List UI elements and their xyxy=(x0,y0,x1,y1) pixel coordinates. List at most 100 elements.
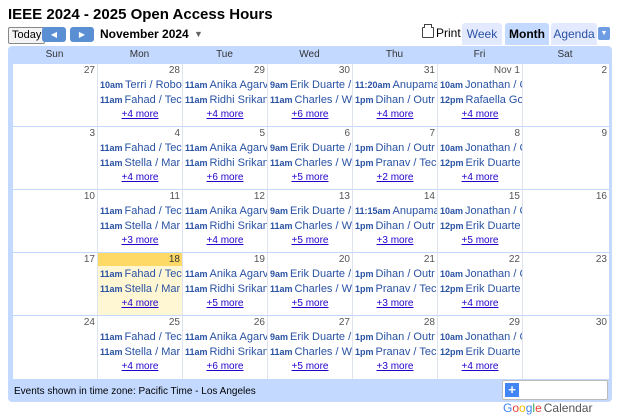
day-cell[interactable]: 13 9am Erik Duarte /11am Charles / W +5 more xyxy=(268,190,353,253)
day-cell[interactable]: 21 1pm Dihan / Outr 1pm Pranav / Tec +3 more xyxy=(353,253,438,316)
google-calendar-badge[interactable]: + Google Calendar xyxy=(502,380,608,415)
more-events-link[interactable]: +3 more xyxy=(98,235,182,247)
more-events-link[interactable]: +4 more xyxy=(438,172,522,184)
calendar-event[interactable]: 11am Fahad / Tec xyxy=(100,267,182,281)
calendar-event[interactable]: 9am Erik Duarte / xyxy=(270,267,352,281)
calendar-event[interactable]: 9am Erik Duarte / xyxy=(270,78,352,92)
day-cell[interactable]: 30 xyxy=(523,316,609,379)
day-cell[interactable]: 4 11am Fahad / Tec 11am Stella / Mar +4 more xyxy=(98,127,183,190)
day-cell[interactable]: 2 xyxy=(523,64,609,127)
prev-month-button[interactable]: ◀ xyxy=(42,27,66,42)
day-cell[interactable]: 18 11am Fahad / Tec 11am Stella / Mar +4 more xyxy=(98,253,183,316)
calendar-event[interactable]: 1pm Dihan / Outr xyxy=(355,219,437,233)
day-cell[interactable]: 16 xyxy=(523,190,609,253)
day-cell[interactable]: 11 11am Fahad / Tec 11am Stella / Mar +3 more xyxy=(98,190,183,253)
day-cell[interactable]: 17 xyxy=(13,253,98,316)
calendar-event[interactable]: 9am Erik Duarte / xyxy=(270,141,352,155)
day-cell[interactable]: 8 10am Jonathan / C 12pm Erik Duarte +4 more xyxy=(438,127,523,190)
more-events-link[interactable]: +4 more xyxy=(438,361,522,373)
more-events-link[interactable]: +4 more xyxy=(98,361,182,373)
calendar-event[interactable]: 12pm Erik Duarte xyxy=(440,156,522,170)
more-events-link[interactable]: +4 more xyxy=(98,172,182,184)
calendar-event[interactable]: 11am Anika Agarv xyxy=(185,78,267,92)
calendar-event[interactable]: 10am Terri / Robo xyxy=(100,78,182,92)
day-cell[interactable]: 25 11am Fahad / Tec 11am Stella / Mar +4 more xyxy=(98,316,183,379)
more-events-link[interactable]: +3 more xyxy=(353,361,437,373)
day-cell[interactable]: 14 11:15am Anupama 1pm Dihan / Outr +3 more xyxy=(353,190,438,253)
calendar-event[interactable]: 11am Stella / Mar xyxy=(100,219,182,233)
day-cell[interactable]: 7 1pm Dihan / Outr 1pm Pranav / Tec +2 more xyxy=(353,127,438,190)
calendar-event[interactable]: 11:20am Anupama xyxy=(355,78,437,92)
more-events-link[interactable]: +4 more xyxy=(183,235,267,247)
day-cell[interactable]: 27 9am Erik Duarte /11am Charles / W +5 more xyxy=(268,316,353,379)
day-cell[interactable]: 10 xyxy=(13,190,98,253)
calendar-event[interactable]: 12pm Rafaella Go xyxy=(440,93,522,107)
calendar-event[interactable]: 1pm Pranav / Tec xyxy=(355,345,437,359)
day-cell[interactable]: 28 1pm Dihan / Outr 1pm Pranav / Tec +3 more xyxy=(353,316,438,379)
calendar-event[interactable]: 10am Jonathan / C xyxy=(440,330,522,344)
day-cell[interactable]: Nov 1 10am Jonathan / C 12pm Rafaella Go +4 m… xyxy=(438,64,523,127)
more-events-link[interactable]: +4 more xyxy=(183,109,267,121)
day-cell[interactable]: 12 11am Anika Agarv 11am Ridhi Srikan +4 more xyxy=(183,190,268,253)
calendar-event[interactable]: 10am Jonathan / C xyxy=(440,141,522,155)
calendar-event[interactable]: 11am Stella / Mar xyxy=(100,345,182,359)
calendar-event[interactable]: 11am Ridhi Srikan xyxy=(185,345,267,359)
more-events-link[interactable]: +6 more xyxy=(183,361,267,373)
calendar-event[interactable]: 11am Anika Agarv xyxy=(185,330,267,344)
calendar-event[interactable]: 11am Stella / Mar xyxy=(100,156,182,170)
calendar-event[interactable]: 9am Erik Duarte / xyxy=(270,330,352,344)
day-cell[interactable]: 22 10am Jonathan / C 12pm Erik Duarte +4 more xyxy=(438,253,523,316)
more-events-link[interactable]: +4 more xyxy=(98,109,182,121)
day-cell[interactable]: 3 xyxy=(13,127,98,190)
more-events-link[interactable]: +5 more xyxy=(268,235,352,247)
calendar-event[interactable]: 12pm Erik Duarte xyxy=(440,282,522,296)
more-events-link[interactable]: +4 more xyxy=(438,109,522,121)
day-cell[interactable]: 5 11am Anika Agarv 11am Ridhi Srikan +6 more xyxy=(183,127,268,190)
more-events-link[interactable]: +4 more xyxy=(438,298,522,310)
calendar-event[interactable]: 1pm Dihan / Outr xyxy=(355,330,437,344)
calendar-event[interactable]: 11am Fahad / Tec xyxy=(100,141,182,155)
day-cell[interactable]: 29 10am Jonathan / C 12pm Erik Duarte +4 more xyxy=(438,316,523,379)
calendar-event[interactable]: 11am Ridhi Srikan xyxy=(185,219,267,233)
calendar-event[interactable]: 12pm Erik Duarte xyxy=(440,219,522,233)
calendar-event[interactable]: 10am Jonathan / C xyxy=(440,267,522,281)
day-cell[interactable]: 26 11am Anika Agarv 11am Ridhi Srikan +6 more xyxy=(183,316,268,379)
calendar-event[interactable]: 10am Jonathan / C xyxy=(440,78,522,92)
day-cell[interactable]: 27 xyxy=(13,64,98,127)
calendar-event[interactable]: 11am Stella / Mar xyxy=(100,282,182,296)
calendar-event[interactable]: 11am Anika Agarv xyxy=(185,204,267,218)
tab-week[interactable]: Week xyxy=(462,23,502,45)
calendar-event[interactable]: 9am Erik Duarte / xyxy=(270,204,352,218)
calendar-event[interactable]: 11am Charles / W xyxy=(270,156,352,170)
day-cell[interactable]: 24 xyxy=(13,316,98,379)
day-cell[interactable]: 31 11:20am Anupama 1pm Dihan / Outr +4 more xyxy=(353,64,438,127)
more-events-link[interactable]: +6 more xyxy=(183,172,267,184)
more-events-link[interactable]: +3 more xyxy=(353,235,437,247)
more-events-link[interactable]: +5 more xyxy=(438,235,522,247)
calendar-event[interactable]: 11am Charles / W xyxy=(270,282,352,296)
agenda-dropdown-icon[interactable]: ▼ xyxy=(598,27,610,40)
calendar-event[interactable]: 11am Ridhi Srikan xyxy=(185,282,267,296)
more-events-link[interactable]: +3 more xyxy=(353,298,437,310)
more-events-link[interactable]: +5 more xyxy=(183,298,267,310)
today-button[interactable]: Today xyxy=(8,27,46,44)
day-cell[interactable]: 20 9am Erik Duarte /11am Charles / W +5 more xyxy=(268,253,353,316)
day-cell[interactable]: 9 xyxy=(523,127,609,190)
day-cell[interactable]: 30 9am Erik Duarte /11am Charles / W +6 more xyxy=(268,64,353,127)
day-cell[interactable]: 23 xyxy=(523,253,609,316)
calendar-event[interactable]: 11am Fahad / Tec xyxy=(100,330,182,344)
day-cell[interactable]: 15 10am Jonathan / C 12pm Erik Duarte +5 more xyxy=(438,190,523,253)
calendar-event[interactable]: 11am Charles / W xyxy=(270,345,352,359)
calendar-event[interactable]: 11am Fahad / Tec xyxy=(100,204,182,218)
calendar-event[interactable]: 11:15am Anupama xyxy=(355,204,437,218)
calendar-event[interactable]: 1pm Dihan / Outr xyxy=(355,267,437,281)
more-events-link[interactable]: +4 more xyxy=(98,298,182,310)
print-button[interactable]: Print xyxy=(422,24,461,40)
day-cell[interactable]: 6 9am Erik Duarte /11am Charles / W +5 more xyxy=(268,127,353,190)
more-events-link[interactable]: +5 more xyxy=(268,361,352,373)
day-cell[interactable]: 19 11am Anika Agarv 11am Ridhi Srikan +5 more xyxy=(183,253,268,316)
more-events-link[interactable]: +6 more xyxy=(268,109,352,121)
calendar-event[interactable]: 11am Anika Agarv xyxy=(185,141,267,155)
calendar-event[interactable]: 1pm Dihan / Outr xyxy=(355,93,437,107)
calendar-event[interactable]: 11am Ridhi Srikan xyxy=(185,156,267,170)
